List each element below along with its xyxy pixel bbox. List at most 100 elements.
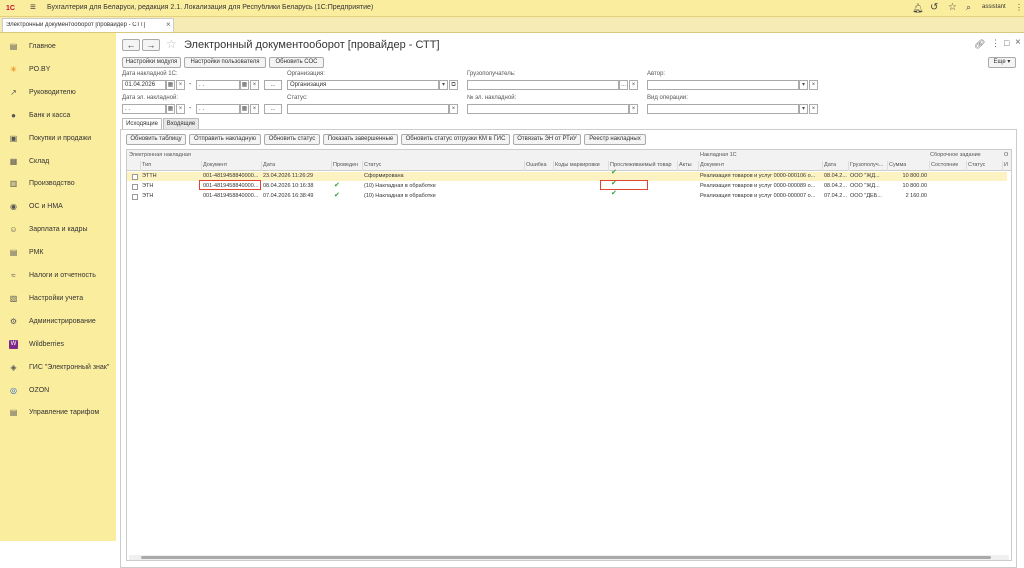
sidebar-item[interactable]: ▣ Покупки и продажи [0, 132, 116, 146]
action-button[interactable]: Обновить статус отгрузки КМ в ГИС [401, 134, 510, 145]
action-button[interactable]: Отправить накладную [189, 134, 261, 145]
author-field[interactable] [647, 80, 799, 90]
action-button[interactable]: Обновить статус [264, 134, 320, 145]
sidebar-item[interactable]: ▤ РМК [0, 246, 116, 260]
status-field[interactable] [287, 104, 449, 114]
sidebar-item[interactable]: ≈ Налоги и отчетность [0, 269, 116, 283]
column-header-status[interactable]: Статус [364, 162, 381, 168]
sidebar-item[interactable]: ⚙ Администрирование [0, 315, 116, 329]
column-header-sum[interactable]: Сумма [889, 162, 906, 168]
more-button[interactable]: Еще ▾ [988, 57, 1016, 68]
column-divider[interactable] [331, 161, 332, 171]
notifications-icon[interactable]: 🔔︎ [912, 3, 923, 14]
column-divider[interactable] [887, 161, 888, 171]
forward-button[interactable]: → [142, 39, 160, 51]
clear-icon[interactable]: × [176, 104, 185, 114]
sidebar-item[interactable]: ▧ Настройки учета [0, 292, 116, 306]
link-icon[interactable]: 🔗︎ [974, 39, 985, 50]
column-divider[interactable] [140, 161, 141, 171]
dropdown-icon[interactable]: ▾ [799, 80, 808, 90]
clear-icon[interactable]: × [449, 104, 458, 114]
column-header-tracked[interactable]: Прослеживаемый товар [610, 162, 672, 168]
maximize-icon[interactable]: □ [1004, 38, 1009, 48]
column-divider[interactable] [608, 161, 609, 171]
invoice-date-1c-to[interactable]: . . [196, 80, 240, 90]
update-sos-button[interactable]: Обновить СОС [269, 57, 324, 68]
clear-icon[interactable]: × [629, 104, 638, 114]
cell-document[interactable]: 001-4819458840000... [203, 192, 261, 201]
action-button[interactable]: Обновить таблицу [126, 134, 186, 145]
en-date-from[interactable]: . . [122, 104, 166, 114]
dropdown-icon[interactable]: ▾ [799, 104, 808, 114]
sidebar-item[interactable]: ◈ ГИС "Электронный знак" [0, 361, 116, 375]
op-type-field[interactable] [647, 104, 799, 114]
column-header-date1c[interactable]: Дата [824, 162, 836, 168]
consignee-field[interactable] [467, 80, 619, 90]
close-page-icon[interactable]: × [1015, 37, 1021, 48]
period-select-button[interactable]: ... [264, 104, 282, 114]
column-divider[interactable] [261, 161, 262, 171]
sidebar-item[interactable]: ▦ Склад [0, 155, 116, 169]
column-divider[interactable] [362, 161, 363, 171]
clear-icon[interactable]: × [809, 104, 818, 114]
open-tab[interactable]: Электронный документооборот [провайдер -… [2, 18, 174, 32]
column-header-error[interactable]: Ошибка [526, 162, 547, 168]
scrollbar-thumb[interactable] [141, 556, 991, 559]
column-header-codes[interactable]: Коды маркировки [555, 162, 600, 168]
tab-incoming[interactable]: Входящие [163, 118, 199, 129]
column-divider[interactable] [201, 161, 202, 171]
clear-icon[interactable]: × [809, 80, 818, 90]
en-number-field[interactable] [467, 104, 629, 114]
action-button[interactable]: Показать завершенные [323, 134, 398, 145]
select-icon[interactable]: ... [619, 80, 628, 90]
sidebar-item[interactable]: ◎ OZON [0, 384, 116, 398]
column-divider[interactable] [1002, 161, 1003, 171]
cell-doc-1c[interactable]: Реализация товаров и услуг 0000-000089 о… [700, 182, 822, 191]
window-menu-icon[interactable]: ⋮ [1015, 3, 1023, 12]
org-field[interactable]: Организация [287, 80, 439, 90]
clear-icon[interactable]: × [250, 104, 259, 114]
column-header-state[interactable]: Состояние [931, 162, 958, 168]
column-header-posted[interactable]: Проведен [333, 162, 358, 168]
row-checkbox[interactable] [132, 184, 138, 190]
row-checkbox[interactable] [132, 174, 138, 180]
en-date-to[interactable]: . . [196, 104, 240, 114]
page-menu-icon[interactable]: ⋮ [991, 38, 1000, 49]
sidebar-item[interactable]: ● Банк и касса [0, 109, 116, 123]
column-divider[interactable] [698, 161, 699, 171]
user-settings-button[interactable]: Настройки пользователя [184, 57, 266, 68]
close-tab-icon[interactable]: × [166, 20, 171, 29]
sidebar-item[interactable]: ☺ Зарплата и кадры [0, 223, 116, 237]
column-divider[interactable] [848, 161, 849, 171]
sidebar-item[interactable]: ↗ Руководителю [0, 86, 116, 100]
main-menu-icon[interactable]: ≡ [30, 3, 36, 13]
calendar-icon[interactable]: ▦ [166, 104, 175, 114]
column-header-doc[interactable]: Документ [203, 162, 227, 168]
clear-icon[interactable]: × [250, 80, 259, 90]
scrollbar-track[interactable] [129, 555, 1009, 560]
column-header-doc1c[interactable]: Документ [700, 162, 724, 168]
invoice-date-1c-from[interactable]: 01.04.2026 [122, 80, 166, 90]
back-button[interactable]: ← [122, 39, 140, 51]
period-select-button[interactable]: ... [264, 80, 282, 90]
calendar-icon[interactable]: ▦ [240, 80, 249, 90]
user-name[interactable]: assistant [982, 4, 1006, 10]
column-header-consignee[interactable]: Грузополуч... [850, 162, 883, 168]
sidebar-item[interactable]: ◉ ОС и НМА [0, 200, 116, 214]
action-button[interactable]: Отвязать ЭН от РТиУ [513, 134, 581, 145]
column-header-astatus[interactable]: Статус [968, 162, 985, 168]
row-checkbox[interactable] [132, 194, 138, 200]
sidebar-item[interactable]: ✳ PO.BY [0, 63, 116, 77]
table-row[interactable]: ЭТН 001-4819458840000... 07.04.2026 16:38:… [127, 190, 1007, 201]
column-divider[interactable] [929, 161, 930, 171]
column-header-acts[interactable]: Акты [679, 162, 692, 168]
column-divider[interactable] [822, 161, 823, 171]
favorite-star-icon[interactable]: ☆ [166, 37, 177, 51]
column-header-type[interactable]: Тип [142, 162, 151, 168]
cell-doc-1c[interactable]: Реализация товаров и услуг 0000-000007 о… [700, 192, 822, 201]
favorites-icon[interactable]: ☆ [948, 2, 957, 13]
column-divider[interactable] [677, 161, 678, 171]
column-divider[interactable] [553, 161, 554, 171]
calendar-icon[interactable]: ▦ [240, 104, 249, 114]
dropdown-icon[interactable]: ▾ [439, 80, 448, 90]
